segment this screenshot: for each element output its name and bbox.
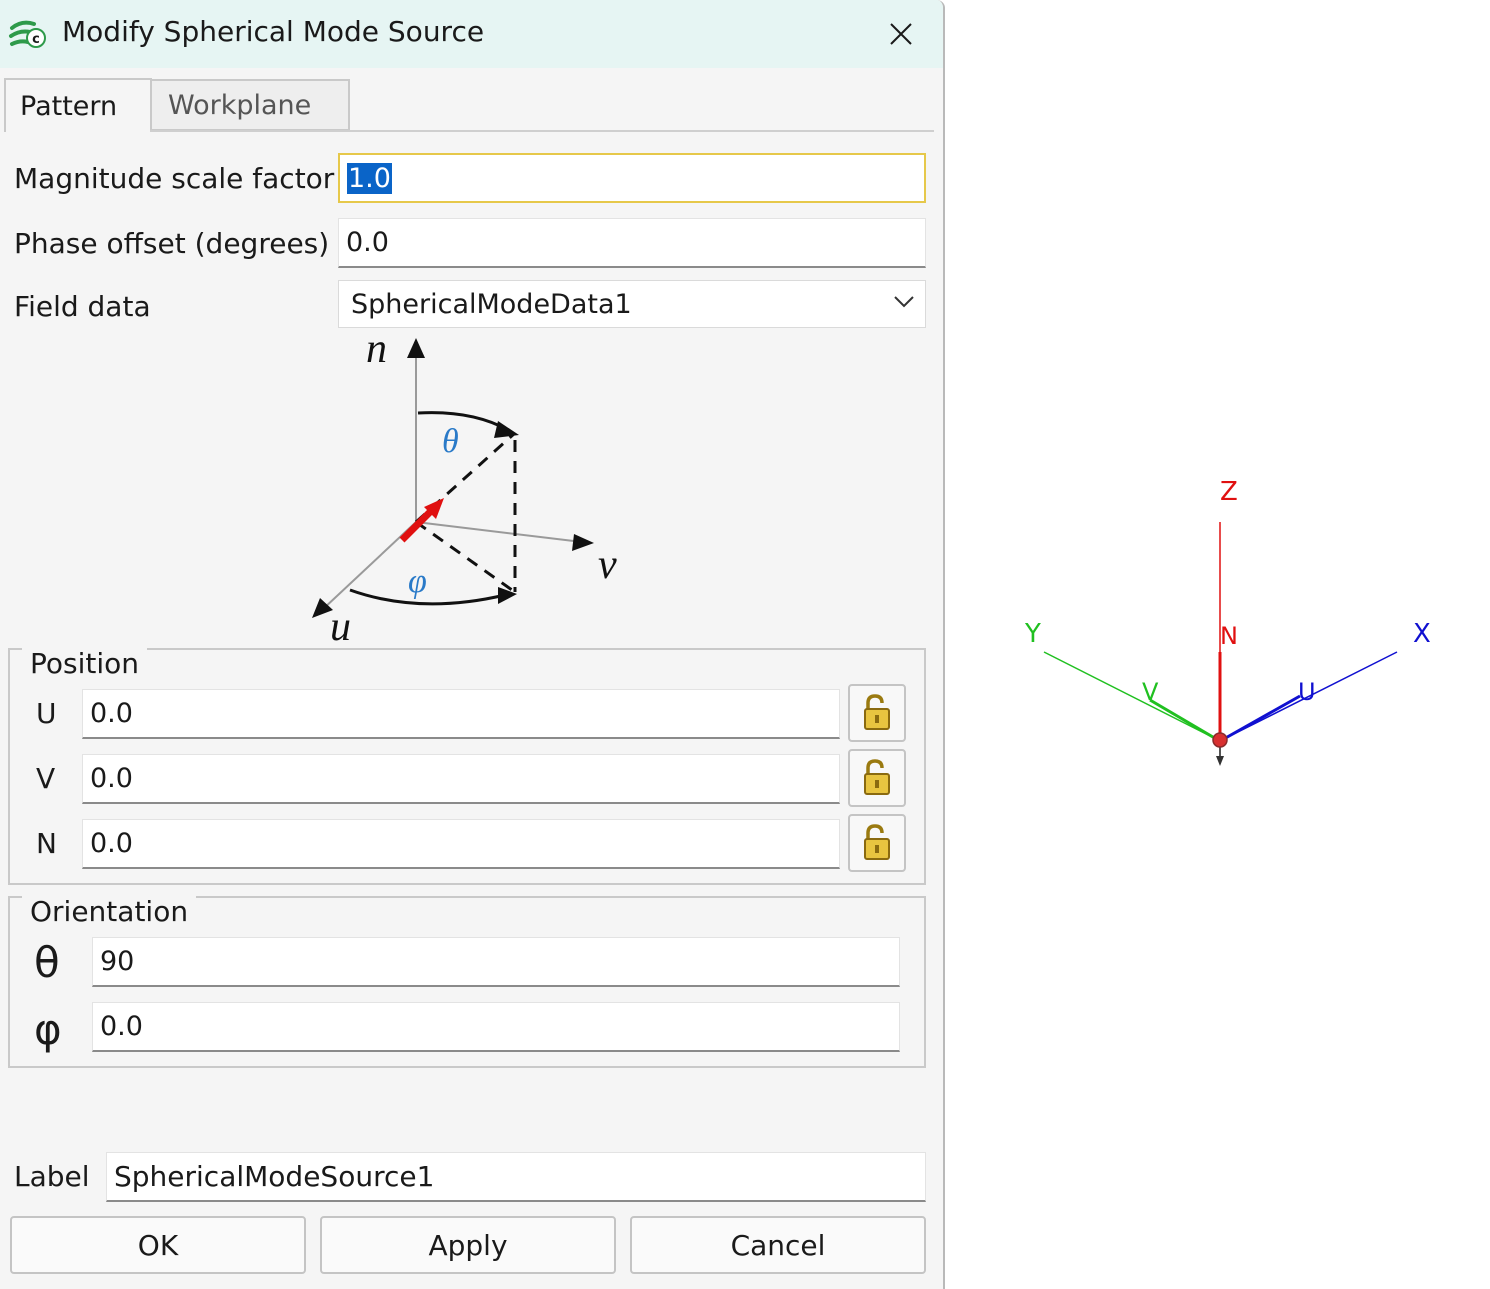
ok-button[interactable]: OK xyxy=(10,1216,306,1274)
apply-button[interactable]: Apply xyxy=(320,1216,616,1274)
tab-workplane[interactable]: Workplane xyxy=(152,79,350,131)
close-button[interactable] xyxy=(878,12,924,56)
theta-label: θ xyxy=(442,423,459,460)
chevron-down-icon xyxy=(894,296,914,308)
unlocked-padlock-icon xyxy=(864,694,890,730)
source-marker xyxy=(1212,732,1228,748)
theta-arc xyxy=(417,411,509,432)
n-axis-label: N xyxy=(1220,622,1238,650)
position-title: Position xyxy=(22,647,148,680)
y-axis-label: Y xyxy=(1024,619,1041,649)
position-u-input[interactable]: 0.0 xyxy=(82,689,840,739)
phase-offset-input[interactable]: 0.0 xyxy=(338,218,926,268)
orientation-theta-input[interactable]: 90 xyxy=(92,937,900,987)
title-bar: c Modify Spherical Mode Source xyxy=(0,0,943,68)
y-axis-line xyxy=(1043,651,1219,741)
v-axis-label: v xyxy=(598,542,617,588)
position-u-lock-button[interactable] xyxy=(848,684,906,742)
field-data-select[interactable]: SphericalModeData1 xyxy=(338,280,926,328)
coordinate-diagram: n v u θ φ xyxy=(312,330,617,650)
orientation-theta-label: θ xyxy=(34,938,60,987)
field-data-value: SphericalModeData1 xyxy=(351,288,632,320)
3d-viewport[interactable]: Z N Y V X U xyxy=(945,0,1490,1289)
orientation-title: Orientation xyxy=(22,895,197,928)
position-n-label: N xyxy=(36,827,57,860)
theta-arc-arrow xyxy=(494,421,519,438)
v-axis-arrow xyxy=(572,534,594,551)
window-title: Modify Spherical Mode Source xyxy=(62,15,485,48)
phase-offset-label: Phase offset (degrees) xyxy=(14,227,330,260)
tab-pattern[interactable]: Pattern xyxy=(4,78,152,132)
tab-divider xyxy=(150,130,934,132)
position-u-label: U xyxy=(36,697,57,730)
position-v-label: V xyxy=(36,762,56,795)
dialog: c Modify Spherical Mode Source Pattern W… xyxy=(0,0,945,1289)
position-n-input[interactable]: 0.0 xyxy=(82,819,840,869)
position-v-input[interactable]: 0.0 xyxy=(82,754,840,804)
position-v-lock-button[interactable] xyxy=(848,749,906,807)
unlocked-padlock-icon xyxy=(864,759,890,795)
v-axis-label: V xyxy=(1142,678,1159,706)
label-input[interactable]: SphericalModeSource1 xyxy=(106,1152,926,1202)
u-axis-label: u xyxy=(330,604,351,650)
cancel-button[interactable]: Cancel xyxy=(630,1216,926,1274)
source-direction-arrow xyxy=(1216,756,1224,766)
magnitude-input[interactable]: 1.0 xyxy=(338,153,926,203)
orientation-phi-input[interactable]: 0.0 xyxy=(92,1002,900,1052)
orientation-phi-label: φ xyxy=(34,1005,62,1054)
v-axis-line xyxy=(1149,698,1219,742)
phi-arc xyxy=(349,588,506,606)
unlocked-padlock-icon xyxy=(864,824,890,860)
u-axis-line xyxy=(1221,694,1301,742)
z-axis-label: Z xyxy=(1220,477,1238,507)
svg-text:c: c xyxy=(32,32,40,47)
position-n-lock-button[interactable] xyxy=(848,814,906,872)
n-axis-label: n xyxy=(366,330,387,372)
u-axis-label: U xyxy=(1298,678,1316,706)
app-logo-icon: c xyxy=(9,20,46,48)
n-axis-arrow xyxy=(407,338,425,358)
x-axis-label: X xyxy=(1413,619,1431,649)
magnitude-value: 1.0 xyxy=(347,162,392,194)
magnitude-label: Magnitude scale factor xyxy=(14,162,335,195)
field-data-label: Field data xyxy=(14,290,151,323)
label-field-label: Label xyxy=(14,1160,90,1193)
close-icon xyxy=(890,23,912,45)
phi-label: φ xyxy=(408,563,427,600)
